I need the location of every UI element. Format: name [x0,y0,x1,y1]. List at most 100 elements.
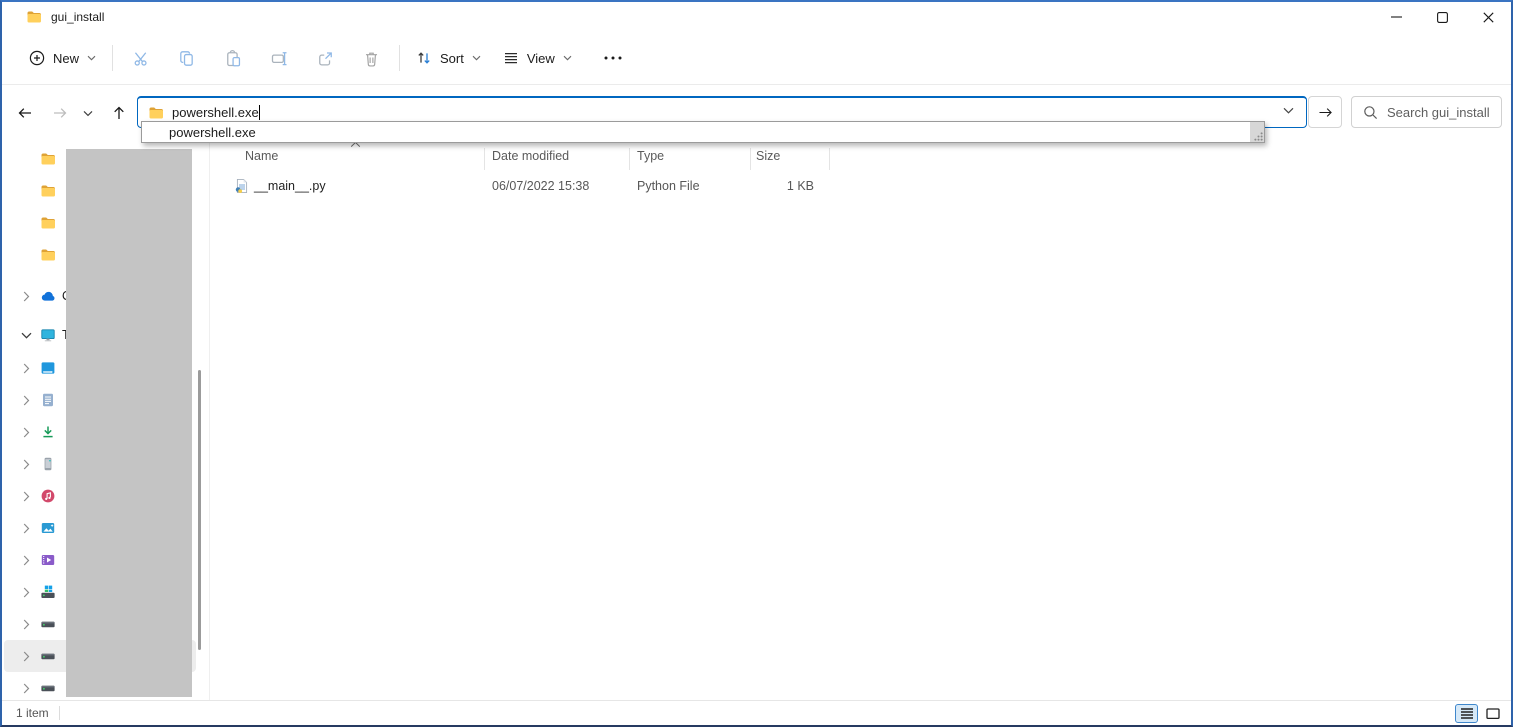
chevron-right-icon[interactable] [18,616,34,632]
maximize-button[interactable] [1419,2,1465,32]
view-lines-icon [503,50,519,66]
address-dropdown-button[interactable] [1283,107,1294,114]
folder-icon [40,215,56,231]
navigation-sidebar: O T [2,141,209,701]
autocomplete-dropdown: powershell.exe [141,121,1265,143]
sort-button-label: Sort [440,51,464,66]
new-button[interactable]: New [18,42,107,74]
file-size: 1 KB [750,179,814,193]
back-button[interactable] [10,98,40,128]
rename-button[interactable] [256,40,302,76]
folder-icon [40,151,56,167]
file-name[interactable]: __main__.py [254,179,326,193]
file-list: Name Date modified Type Size __main__.py… [212,141,1511,701]
copy-button[interactable] [164,40,210,76]
large-icons-view-toggle[interactable] [1481,704,1504,723]
paste-button[interactable] [210,40,256,76]
more-options-button[interactable] [593,40,633,76]
chevron-right-icon[interactable] [18,648,34,664]
chevron-down-icon [87,55,96,61]
chevron-down-icon [1283,107,1294,114]
python-file-icon [234,178,250,194]
autocomplete-suggestion[interactable]: powershell.exe [142,122,1250,142]
status-bar: 1 item [2,700,1511,725]
toolbar-separator [399,45,400,71]
up-button[interactable] [104,98,134,128]
large-icons-view-icon [1486,707,1500,720]
title-bar: gui_install [2,2,1511,32]
status-bar-separator [59,706,60,720]
folder-icon [40,247,56,263]
view-button[interactable]: View [492,42,583,74]
resize-grip-icon [1253,131,1264,142]
column-separator[interactable] [629,148,630,170]
search-input[interactable]: Search gui_install [1351,96,1502,128]
chevron-down-icon [83,110,93,117]
chevron-right-icon[interactable] [18,552,34,568]
chevron-right-icon[interactable] [18,456,34,472]
chevron-down-icon [472,55,481,61]
column-separator[interactable] [829,148,830,170]
file-type: Python File [637,179,700,193]
this-pc-monitor-icon [40,327,56,343]
chevron-right-icon[interactable] [18,392,34,408]
ellipsis-icon [604,56,622,60]
chevron-right-icon[interactable] [18,520,34,536]
chevron-right-icon[interactable] [18,424,34,440]
command-toolbar: New Sort [2,32,1511,85]
column-header-size[interactable]: Size [756,149,780,163]
sidebar-scrollbar[interactable] [198,370,201,650]
close-button[interactable] [1465,2,1511,32]
file-row[interactable]: __main__.py 06/07/2022 15:38 Python File… [212,173,831,201]
chevron-right-icon[interactable] [18,360,34,376]
minimize-button[interactable] [1373,2,1419,32]
videos-icon [40,552,56,568]
details-view-icon [1460,707,1474,720]
rename-icon [271,50,288,67]
search-icon [1363,105,1378,120]
sort-button[interactable]: Sort [405,42,492,74]
documents-icon [40,392,56,408]
explorer-body: O T [2,141,1511,701]
window-controls [1373,2,1511,32]
chevron-right-icon[interactable] [18,680,34,696]
column-header-type[interactable]: Type [637,149,664,163]
search-placeholder: Search gui_install [1387,105,1490,120]
details-view-toggle[interactable] [1455,704,1478,723]
column-separator[interactable] [484,148,485,170]
chevron-right-icon[interactable] [18,488,34,504]
folder-icon [148,105,164,121]
share-button[interactable] [302,40,348,76]
arrow-right-icon [52,105,68,121]
chevron-right-icon[interactable] [18,584,34,600]
folder-icon [26,9,42,25]
windows-drive-icon [40,584,56,600]
chevron-down-icon[interactable] [18,327,34,343]
delete-button[interactable] [348,40,394,76]
sort-arrows-icon [416,50,432,66]
paste-icon [225,50,242,67]
new-button-label: New [53,51,79,66]
pictures-icon [40,520,56,536]
file-date-modified: 06/07/2022 15:38 [492,179,589,193]
go-to-button[interactable] [1308,96,1342,128]
cut-button[interactable] [118,40,164,76]
column-header-date-modified[interactable]: Date modified [492,149,569,163]
arrow-up-icon [111,105,127,121]
forward-button[interactable] [45,98,75,128]
recent-locations-button[interactable] [76,98,100,128]
view-toggles [1455,704,1504,723]
column-header-name[interactable]: Name [245,149,278,163]
chevron-right-icon[interactable] [18,288,34,304]
window-title: gui_install [51,10,104,24]
drive-icon [40,648,56,664]
dropdown-resize-grip[interactable] [1250,122,1264,142]
chevron-down-icon [563,55,572,61]
cut-icon [133,50,150,67]
address-input-value[interactable]: powershell.exe [172,105,259,120]
toolbar-separator [112,45,113,71]
sidebar-splitter[interactable] [209,141,210,701]
arrow-right-icon [1318,106,1333,119]
file-explorer-window: gui_install New [0,0,1513,727]
column-separator[interactable] [750,148,751,170]
